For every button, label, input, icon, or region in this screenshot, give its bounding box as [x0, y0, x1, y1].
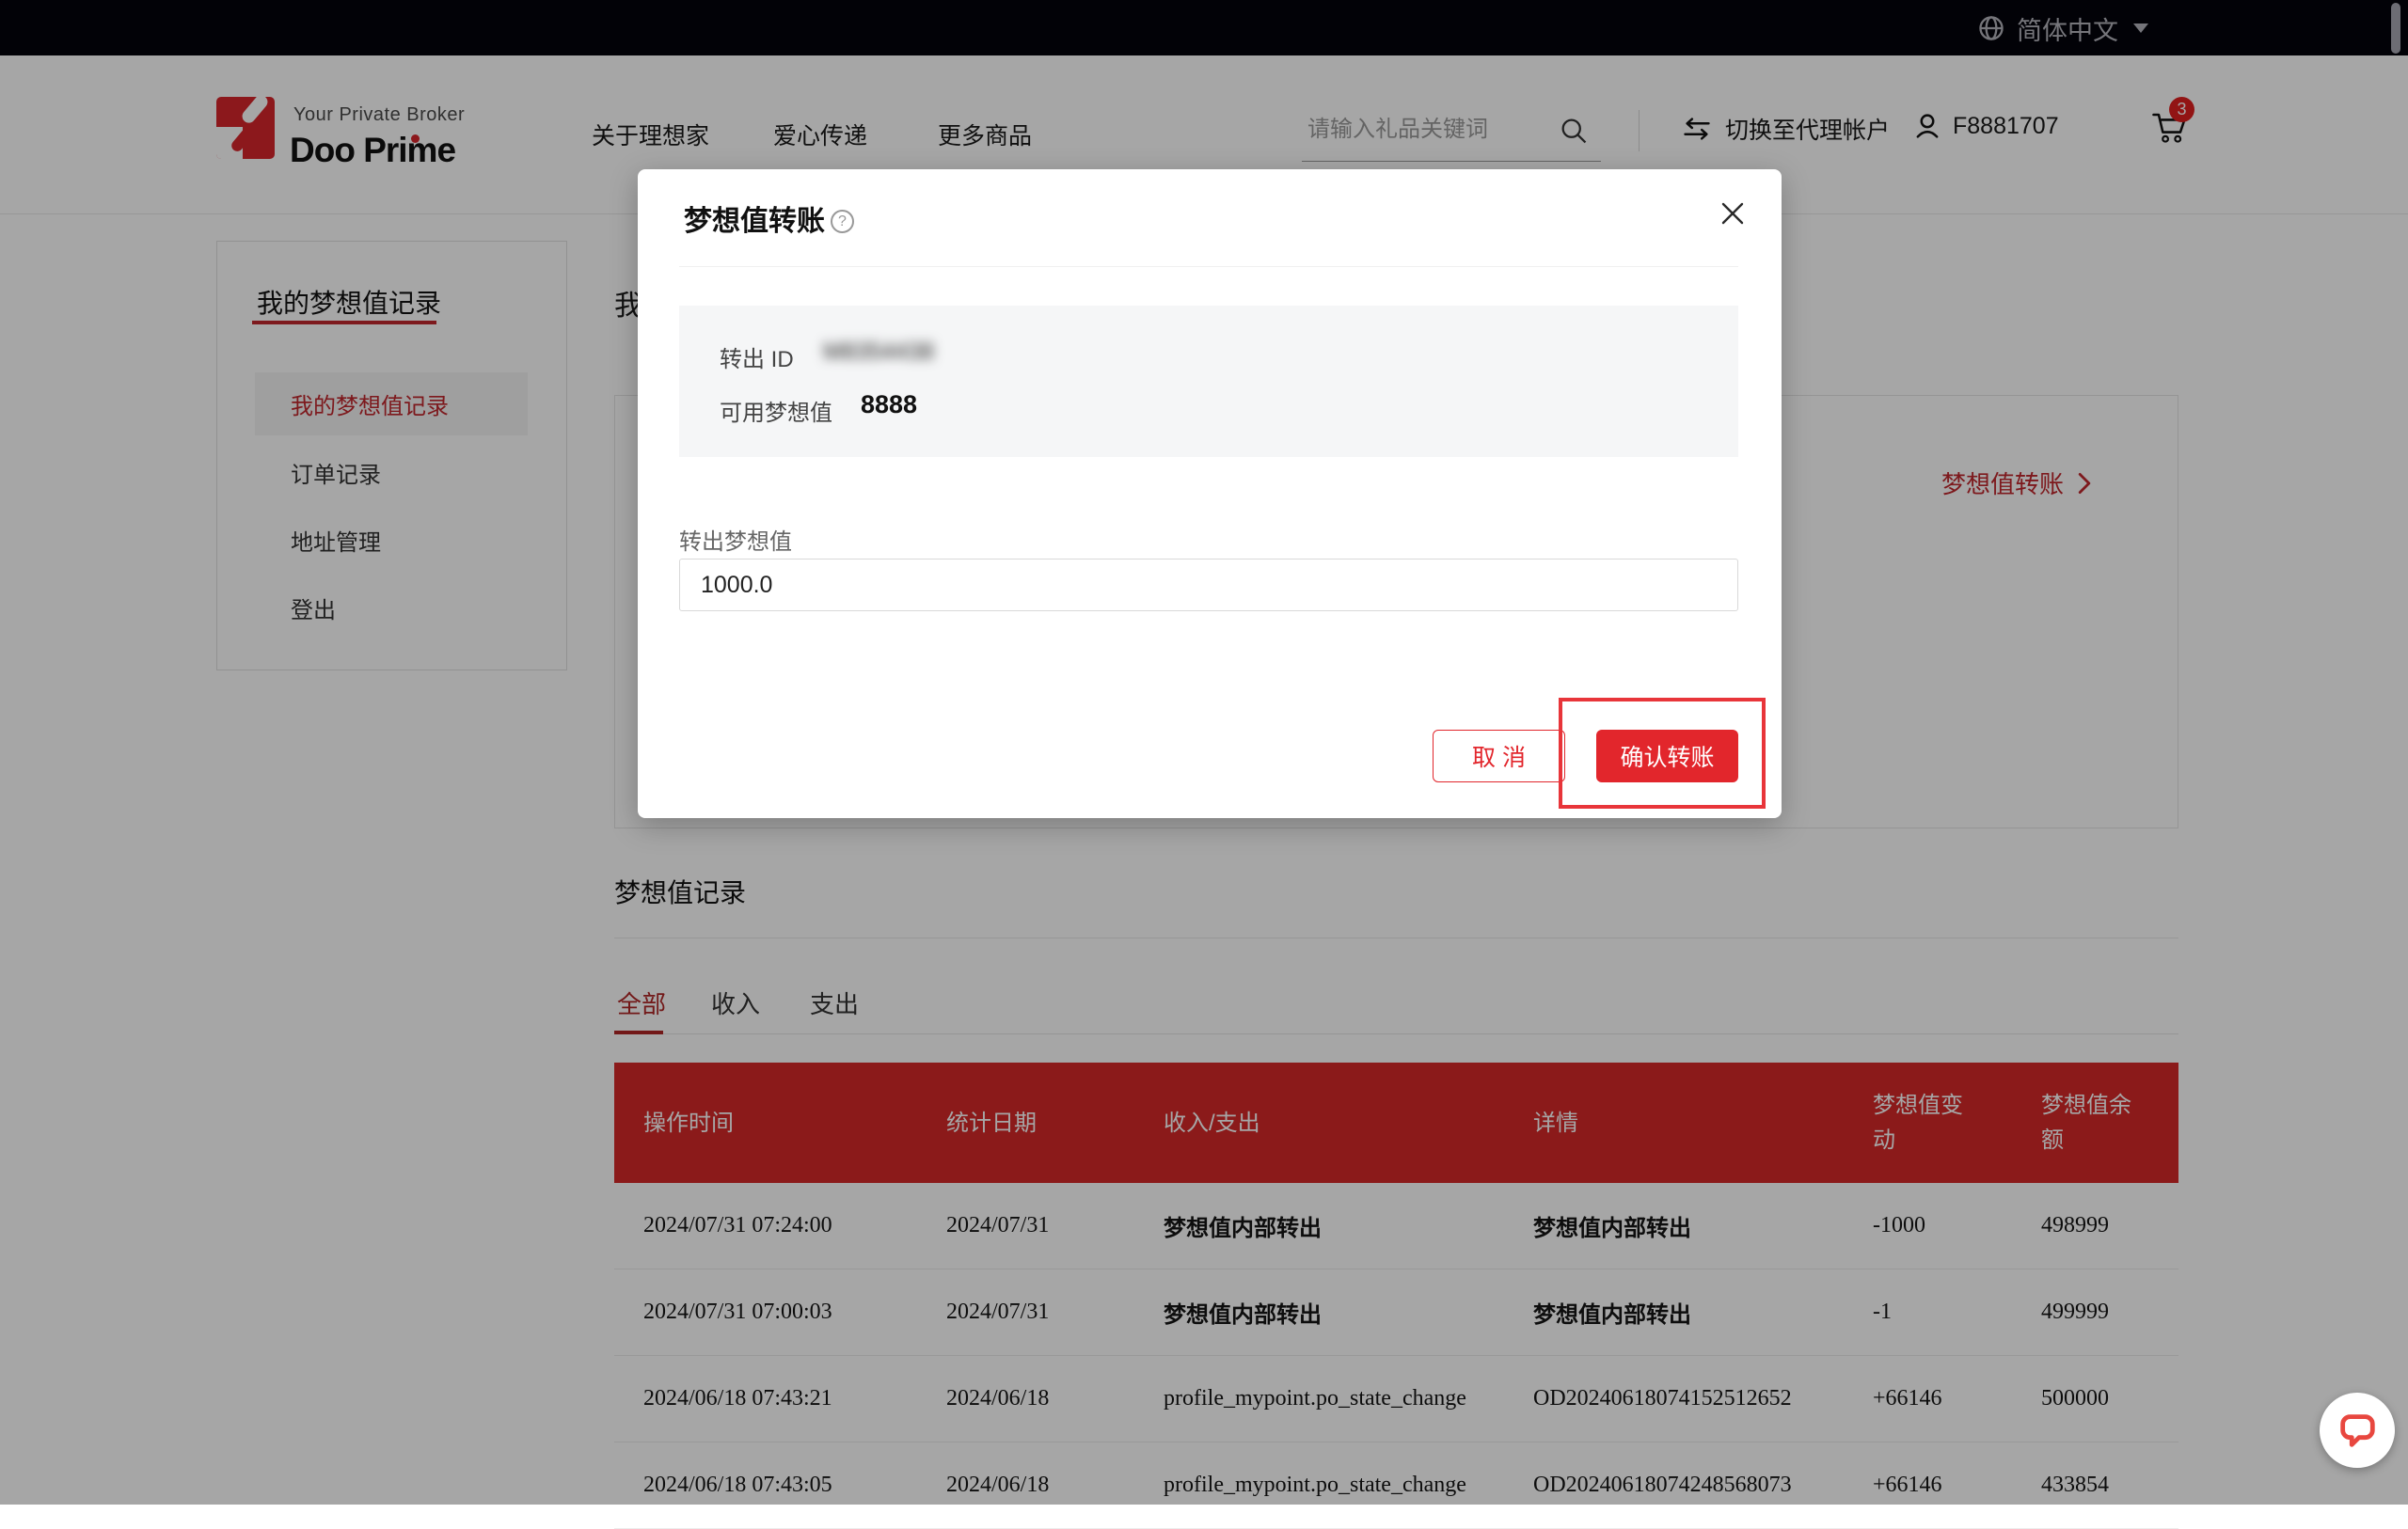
- close-icon[interactable]: [1719, 200, 1746, 227]
- modal-title: 梦想值转账: [684, 197, 825, 239]
- transfer-amount-input[interactable]: [679, 559, 1738, 611]
- highlight-annotation-box: [1559, 698, 1766, 809]
- modal-divider: [679, 266, 1738, 267]
- cancel-button[interactable]: 取 消: [1433, 730, 1565, 782]
- chat-bubble-icon: [2336, 1409, 2379, 1452]
- help-icon[interactable]: ?: [831, 210, 854, 233]
- transfer-out-id-label: 转出 ID: [720, 340, 794, 373]
- transfer-out-id-value-blurred: M8354438: [823, 339, 934, 366]
- transfer-amount-label: 转出梦想值: [679, 523, 792, 556]
- live-chat-button[interactable]: [2320, 1393, 2395, 1468]
- available-dream-value-label: 可用梦想值: [720, 394, 832, 427]
- available-dream-value: 8888: [861, 390, 917, 419]
- transfer-info-box: 转出 ID M8354438 可用梦想值 8888: [679, 306, 1738, 457]
